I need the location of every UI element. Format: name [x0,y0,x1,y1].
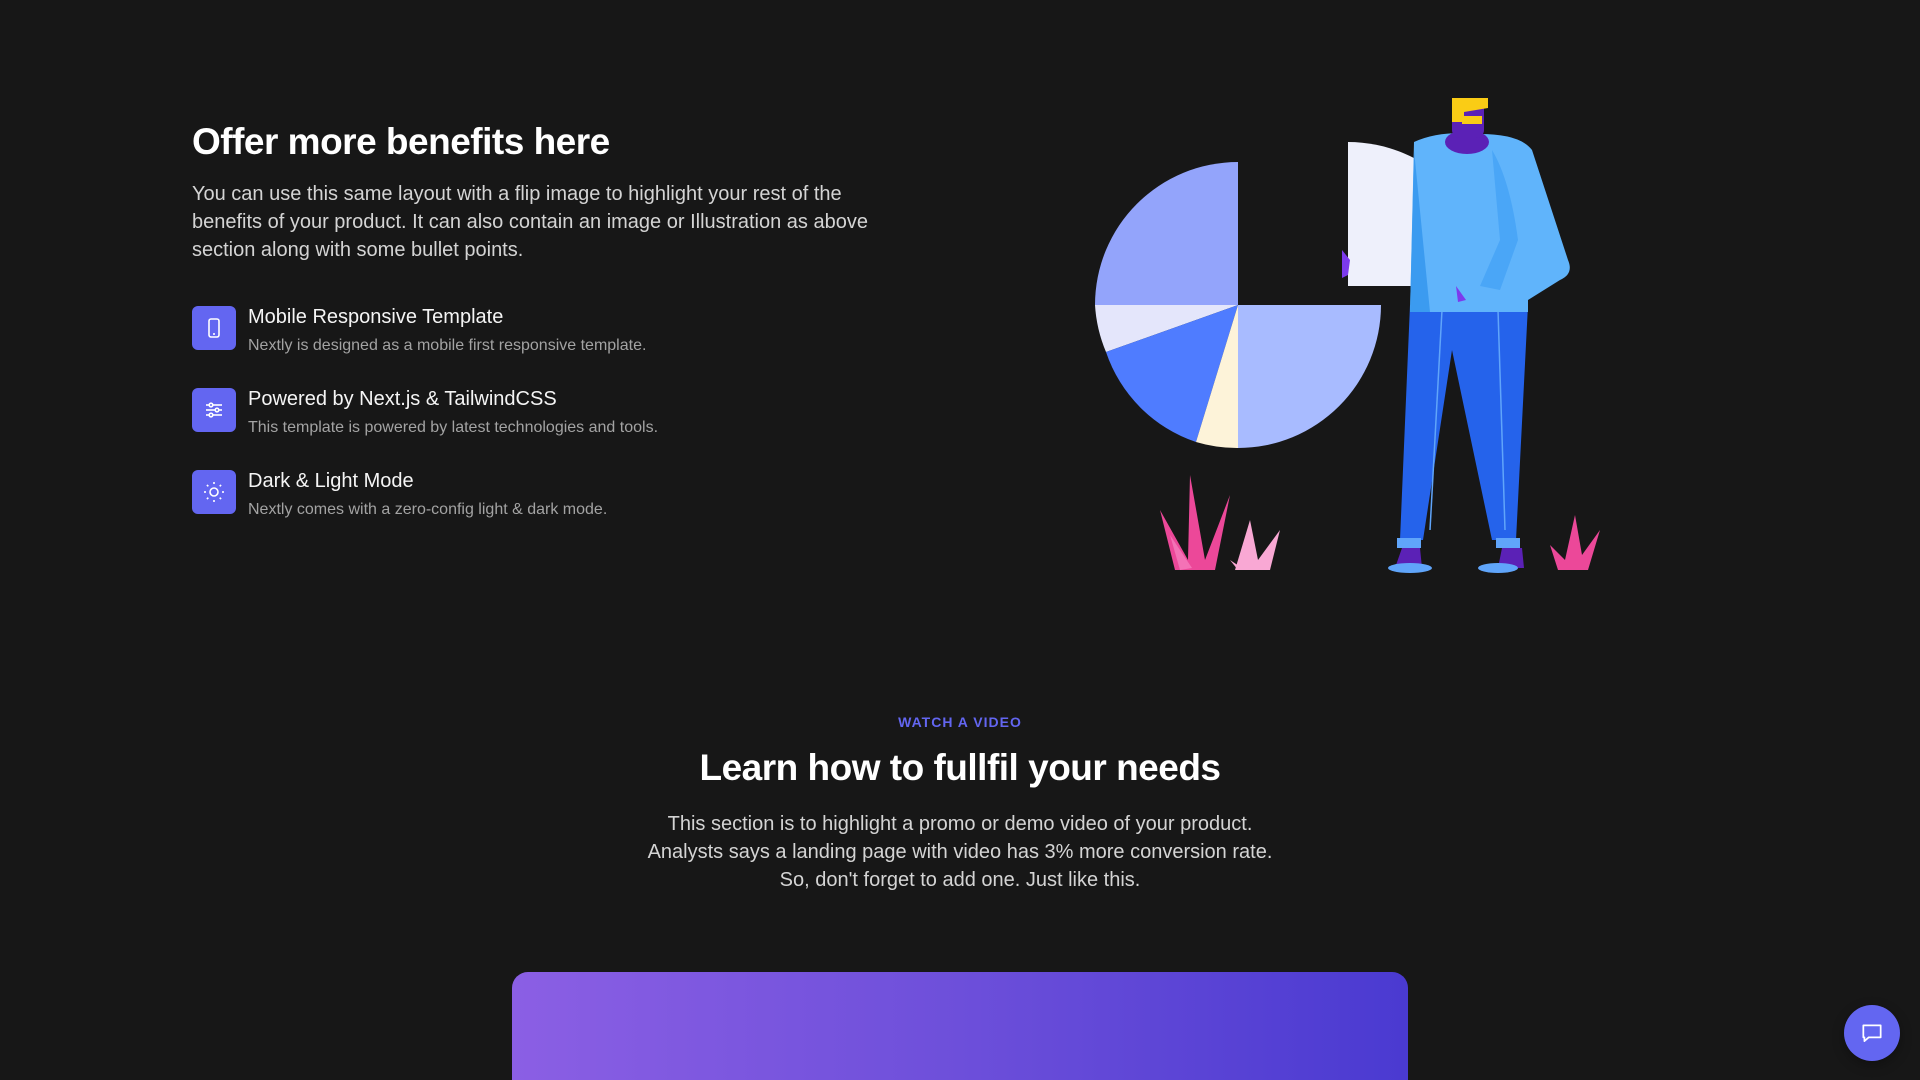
video-description-line: This section is to highlight a promo or … [667,813,1253,836]
benefit-illustration [1095,98,1600,573]
chat-button[interactable] [1844,1005,1900,1061]
benefit-list: Mobile Responsive Template Nextly is des… [192,304,892,520]
benefit-desc: This template is powered by latest techn… [248,419,659,437]
benefit-item-mobile: Mobile Responsive Template Nextly is des… [192,304,892,356]
video-description-line: Analysts says a landing page with video … [647,841,1273,864]
benefit-item-tech: Powered by Next.js & TailwindCSS This te… [192,386,892,438]
video-eyebrow: Watch a video [898,714,1022,730]
benefits-description: You can use this same layout with a flip… [192,183,868,262]
benefits-section: Offer more benefits here You can use thi… [192,120,892,550]
video-title: Learn how to fullfil your needs [699,747,1221,788]
sliders-icon [192,388,236,433]
benefit-desc: Nextly is designed as a mobile first res… [248,337,647,355]
plant-graphic [1160,475,1600,570]
benefit-title: Dark & Light Mode [248,470,414,493]
benefits-title: Offer more benefits here [192,121,610,162]
video-description: This section is to highlight a promo or … [580,810,1340,894]
page: Offer more benefits here You can use thi… [0,0,1920,1080]
benefit-title: Powered by Next.js & TailwindCSS [248,388,557,411]
mobile-icon [192,306,236,351]
benefit-desc: Nextly comes with a zero-config light & … [248,501,608,519]
sun-icon [192,470,236,515]
benefit-item-mode: Dark & Light Mode Nextly comes with a ze… [192,468,892,520]
video-description-line: So, don't forget to add one. Just like t… [779,869,1141,892]
chat-bubble-icon [1862,1024,1882,1042]
benefit-title: Mobile Responsive Template [248,306,504,329]
video-section: Watch a video Learn how to fullfil your … [0,714,1920,894]
video-player[interactable] [512,972,1408,1080]
pie-chart-graphic [1095,162,1381,449]
